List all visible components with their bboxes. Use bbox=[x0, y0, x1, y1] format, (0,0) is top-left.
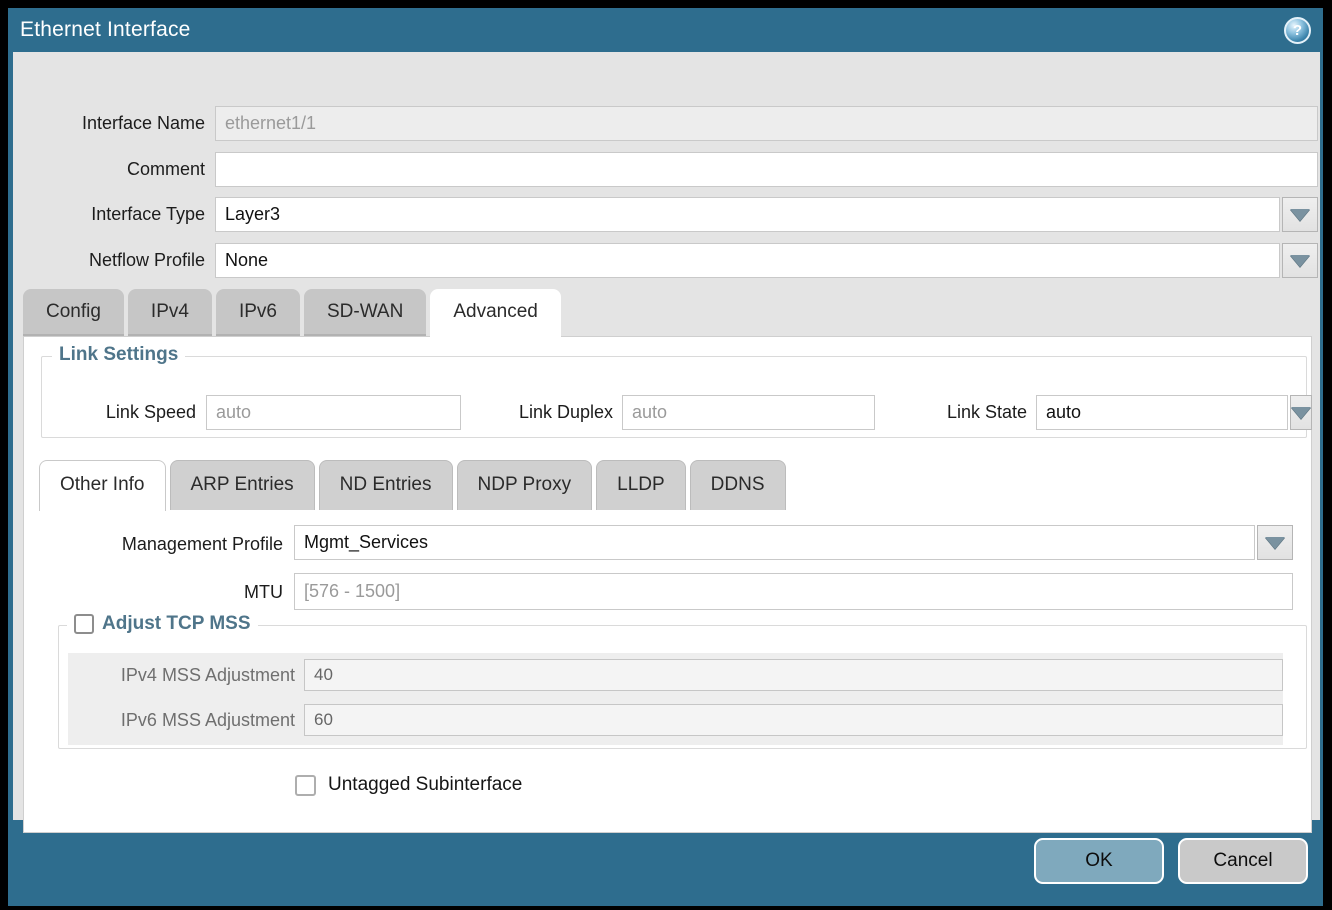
untagged-subinterface-checkbox[interactable] bbox=[295, 775, 316, 796]
tab-config[interactable]: Config bbox=[23, 289, 124, 336]
tab-advanced[interactable]: Advanced bbox=[430, 289, 561, 337]
subtab-arp-entries[interactable]: ARP Entries bbox=[170, 460, 315, 510]
netflow-profile-combo bbox=[215, 243, 1318, 278]
netflow-profile-dropdown-button[interactable] bbox=[1282, 243, 1318, 278]
title-bar: Ethernet Interface ? bbox=[8, 8, 1323, 52]
link-duplex-field[interactable] bbox=[622, 395, 875, 430]
ipv6-mss-label: IPv6 MSS Adjustment bbox=[84, 704, 295, 736]
adjust-tcp-mss-checkbox[interactable] bbox=[74, 614, 94, 634]
advanced-tab-panel: Link Settings Link Speed Link Duplex Lin… bbox=[23, 336, 1312, 833]
link-state-field[interactable] bbox=[1036, 395, 1288, 430]
ipv4-mss-field bbox=[304, 659, 1283, 691]
chevron-down-icon bbox=[1265, 537, 1285, 549]
ok-button[interactable]: OK bbox=[1034, 838, 1164, 884]
comment-label: Comment bbox=[23, 152, 205, 187]
untagged-subinterface-label: Untagged Subinterface bbox=[328, 774, 522, 796]
untagged-subinterface-row: Untagged Subinterface bbox=[295, 774, 522, 796]
main-tab-strip: Config IPv4 IPv6 SD-WAN Advanced bbox=[23, 289, 561, 336]
management-profile-field[interactable] bbox=[294, 525, 1255, 560]
chevron-down-icon bbox=[1291, 407, 1311, 419]
management-profile-combo bbox=[294, 525, 1293, 560]
interface-type-combo bbox=[215, 197, 1318, 232]
tab-ipv4[interactable]: IPv4 bbox=[128, 289, 212, 336]
interface-name-field bbox=[215, 106, 1318, 141]
subtab-ddns[interactable]: DDNS bbox=[690, 460, 786, 510]
link-settings-legend: Link Settings bbox=[52, 344, 185, 366]
link-state-dropdown-button[interactable] bbox=[1290, 395, 1312, 430]
netflow-profile-label: Netflow Profile bbox=[23, 243, 205, 278]
chevron-down-icon bbox=[1290, 255, 1310, 267]
interface-name-row: Interface Name bbox=[13, 106, 1320, 141]
link-state-label: Link State bbox=[874, 395, 1027, 430]
link-speed-label: Link Speed bbox=[34, 395, 196, 430]
adjust-tcp-mss-legend-text: Adjust TCP MSS bbox=[102, 613, 251, 635]
netflow-profile-field[interactable] bbox=[215, 243, 1280, 278]
interface-type-label: Interface Type bbox=[23, 197, 205, 232]
mss-disabled-panel: IPv4 MSS Adjustment IPv6 MSS Adjustment bbox=[68, 653, 1283, 745]
dialog-body: Interface Name Comment Interface Type Ne… bbox=[13, 52, 1320, 820]
chevron-down-icon bbox=[1290, 209, 1310, 221]
link-settings-legend-text: Link Settings bbox=[59, 344, 178, 366]
ethernet-interface-dialog: Ethernet Interface ? Interface Name Comm… bbox=[8, 8, 1323, 906]
subtab-nd-entries[interactable]: ND Entries bbox=[319, 460, 453, 510]
ipv4-mss-label: IPv4 MSS Adjustment bbox=[84, 659, 295, 691]
mtu-label: MTU bbox=[44, 573, 283, 611]
management-profile-dropdown-button[interactable] bbox=[1257, 525, 1293, 560]
netflow-profile-row: Netflow Profile bbox=[13, 243, 1320, 278]
tab-sdwan[interactable]: SD-WAN bbox=[304, 289, 426, 336]
ipv6-mss-field bbox=[304, 704, 1283, 736]
link-state-combo bbox=[1036, 395, 1290, 430]
mtu-field[interactable] bbox=[294, 573, 1293, 610]
dialog-title: Ethernet Interface bbox=[20, 18, 191, 42]
management-profile-label: Management Profile bbox=[44, 525, 283, 563]
interface-type-row: Interface Type bbox=[13, 197, 1320, 232]
tab-ipv6[interactable]: IPv6 bbox=[216, 289, 300, 336]
adjust-tcp-mss-legend: Adjust TCP MSS bbox=[67, 613, 258, 635]
subtab-lldp[interactable]: LLDP bbox=[596, 460, 686, 510]
subtab-other-info[interactable]: Other Info bbox=[39, 460, 166, 511]
link-speed-field[interactable] bbox=[206, 395, 461, 430]
sub-tab-strip: Other Info ARP Entries ND Entries NDP Pr… bbox=[39, 460, 786, 510]
cancel-button[interactable]: Cancel bbox=[1178, 838, 1308, 884]
comment-row: Comment bbox=[13, 152, 1320, 187]
interface-name-label: Interface Name bbox=[23, 106, 205, 141]
link-duplex-label: Link Duplex bbox=[454, 395, 613, 430]
subtab-ndp-proxy[interactable]: NDP Proxy bbox=[457, 460, 593, 510]
interface-type-dropdown-button[interactable] bbox=[1282, 197, 1318, 232]
comment-field[interactable] bbox=[215, 152, 1318, 187]
help-icon[interactable]: ? bbox=[1284, 17, 1311, 44]
interface-type-field[interactable] bbox=[215, 197, 1280, 232]
